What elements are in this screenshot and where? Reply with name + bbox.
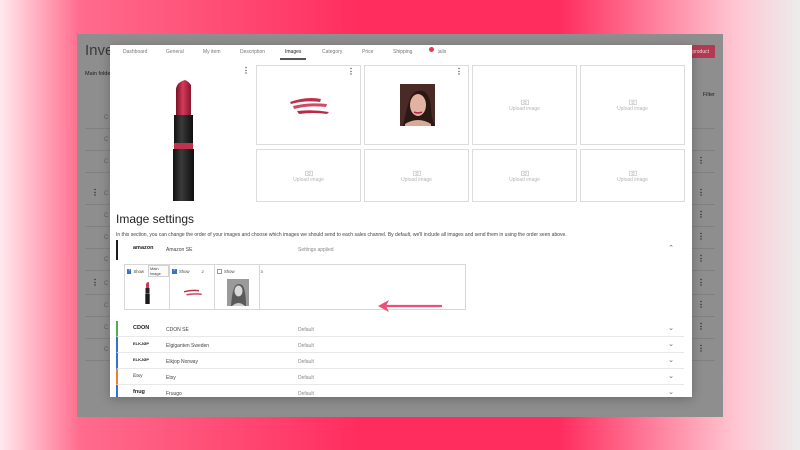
image-settings-description: In this section, you can change the orde… <box>116 232 567 238</box>
amazon-logo: amazon <box>133 245 154 251</box>
channel-row-cdon[interactable]: CDON CDON SE Default ⌄ <box>116 321 684 337</box>
channel-name: Fruugo <box>166 391 182 397</box>
annotation-arrow-icon <box>378 300 442 312</box>
image-slot-5[interactable]: Upload image <box>256 149 361 202</box>
image-slot-7[interactable]: Upload image <box>472 149 577 202</box>
upload-placeholder[interactable]: Upload image <box>473 170 576 183</box>
tab-description[interactable]: Description <box>240 49 265 55</box>
order-badge: 2 <box>201 268 204 274</box>
tab-general[interactable]: General <box>166 49 184 55</box>
lipstick-thumbnail <box>145 282 150 304</box>
more-options-icon[interactable]: ⋮ <box>455 68 463 76</box>
camera-icon <box>304 170 313 176</box>
channel-status: Default <box>298 375 314 381</box>
channel-name: Elkjop Norway <box>166 359 198 365</box>
folder-label: Main folder <box>85 71 113 77</box>
channel-name: Elgiganten Sweden <box>166 343 210 349</box>
chevron-down-icon[interactable]: ⌄ <box>668 373 674 380</box>
channel-name: CDON SE <box>166 327 189 333</box>
lipstick-swatch-image <box>290 98 329 114</box>
image-option-1: Show Main image <box>125 265 170 309</box>
chevron-down-icon[interactable]: ⌄ <box>668 341 674 348</box>
upload-placeholder[interactable]: Upload image <box>581 99 684 112</box>
image-slot-3[interactable]: Upload image <box>472 65 577 145</box>
upload-placeholder[interactable]: Upload image <box>257 170 360 183</box>
image-option-2: Show 2 <box>170 265 215 309</box>
main-product-image[interactable]: ⋮ <box>115 65 252 205</box>
etsy-logo: Etsy <box>133 373 143 379</box>
tab-error-badge <box>429 47 434 52</box>
image-slot-8[interactable]: Upload image <box>580 149 685 202</box>
channel-row-elkjop[interactable]: ELKJØP Elkjop Norway Default ⌄ <box>116 353 684 369</box>
channel-status: Default <box>298 359 314 365</box>
channel-status: Settings applied <box>298 247 334 253</box>
show-label: Show <box>133 268 144 274</box>
lipstick-swatch-thumbnail <box>184 289 202 296</box>
image-slot-2[interactable]: ⋮ <box>364 65 469 145</box>
channel-row-amazon[interactable]: amazon Amazon SE Settings applied ⌃ <box>116 240 684 260</box>
channel-row-elgiganten[interactable]: ELKJØP Elgiganten Sweden Default ⌄ <box>116 337 684 353</box>
camera-icon <box>628 170 637 176</box>
elkjop-logo: ELKJØP <box>133 341 150 346</box>
show-checkbox[interactable] <box>172 268 177 274</box>
product-edit-modal: Dashboard General My item Description Im… <box>110 45 692 397</box>
tab-bar: Dashboard General My item Description Im… <box>110 45 692 60</box>
chevron-down-icon[interactable]: ⌄ <box>668 389 674 396</box>
tab-price[interactable]: Price <box>362 49 373 55</box>
camera-icon <box>520 170 529 176</box>
channel-row-etsy[interactable]: Etsy Etsy Default ⌄ <box>116 369 684 385</box>
elkjop-logo: ELKJØP <box>133 357 150 362</box>
upload-placeholder[interactable]: Upload image <box>581 170 684 183</box>
tab-shipping[interactable]: Shipping <box>393 49 412 55</box>
image-slot-1[interactable]: ⋮ <box>256 65 361 145</box>
chevron-up-icon[interactable]: ⌃ <box>668 245 674 252</box>
channel-status: Default <box>298 343 314 349</box>
tab-category[interactable]: Category <box>322 49 342 55</box>
image-settings-title: Image settings <box>116 212 195 226</box>
model-portrait-thumbnail <box>227 279 249 306</box>
tab-images[interactable]: Images <box>285 49 301 55</box>
camera-icon <box>412 170 421 176</box>
upload-placeholder[interactable]: Upload image <box>473 99 576 112</box>
channel-row-fruugo[interactable]: fnug Fruugo Default ⌄ <box>116 385 684 397</box>
show-checkbox[interactable] <box>217 268 222 274</box>
chevron-down-icon[interactable]: ⌄ <box>668 357 674 364</box>
show-checkbox[interactable] <box>127 268 132 274</box>
cdon-logo: CDON <box>133 325 150 331</box>
chevron-down-icon[interactable]: ⌄ <box>668 325 674 332</box>
show-label: Show <box>179 268 190 274</box>
upload-placeholder[interactable]: Upload image <box>365 170 468 183</box>
tab-dashboard[interactable]: Dashboard <box>123 49 147 55</box>
more-options-icon[interactable]: ⋮ <box>347 68 355 76</box>
camera-icon <box>520 99 529 105</box>
model-portrait-image <box>400 84 435 126</box>
channel-name: Amazon SE <box>166 247 193 253</box>
camera-icon <box>628 99 637 105</box>
order-badge: 3 <box>260 268 263 274</box>
image-slot-6[interactable]: Upload image <box>364 149 469 202</box>
channel-name: Etsy <box>166 375 176 381</box>
active-tab-indicator <box>280 58 306 60</box>
channel-status: Default <box>298 327 314 333</box>
main-image-button[interactable]: Main image <box>147 265 169 277</box>
image-slot-4[interactable]: Upload image <box>580 65 685 145</box>
fruugo-logo: fnug <box>133 389 145 395</box>
tab-my-item[interactable]: My item <box>203 49 221 55</box>
more-options-icon[interactable]: ⋮ <box>242 67 250 75</box>
channel-status: Default <box>298 391 314 397</box>
lipstick-image <box>173 80 194 205</box>
show-label: Show <box>224 268 235 274</box>
image-option-3: Show 3 <box>215 265 263 309</box>
